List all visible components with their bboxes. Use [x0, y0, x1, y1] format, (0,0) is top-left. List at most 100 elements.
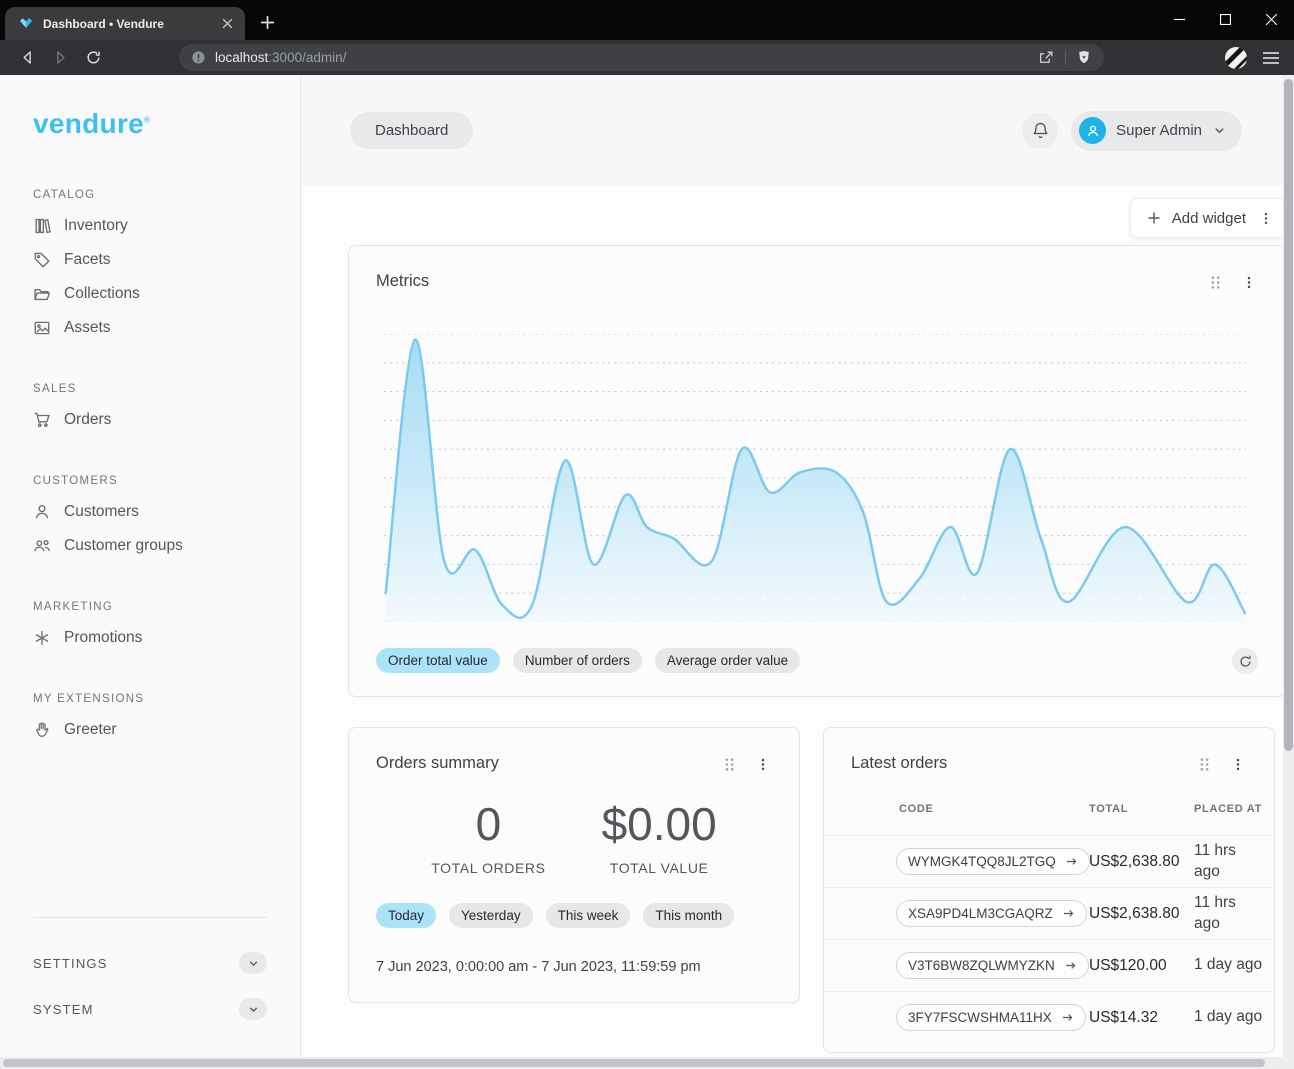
arrow-right-icon — [1065, 855, 1078, 868]
share-icon[interactable] — [1038, 49, 1055, 66]
order-placed-at: 11 hrs ago — [1194, 893, 1250, 933]
order-total: US$2,638.80 — [1089, 853, 1194, 871]
arrow-right-icon — [1061, 1011, 1074, 1024]
order-row: V3T6BW8ZQLWMYZKN US$120.00 1 day ago — [824, 939, 1274, 991]
menu-hamburger-icon[interactable] — [1262, 50, 1280, 66]
chevron-down-icon — [1212, 123, 1227, 138]
notifications-button[interactable] — [1022, 113, 1058, 149]
add-widget-label: Add widget — [1172, 210, 1246, 227]
sidebar: vendure® CATALOG Inventory Facets — [0, 75, 301, 1069]
breadcrumb[interactable]: Dashboard — [350, 112, 473, 149]
close-button[interactable] — [1248, 0, 1294, 38]
order-code-link[interactable]: V3T6BW8ZQLWMYZKN — [896, 952, 1089, 979]
maximize-button[interactable] — [1202, 0, 1248, 38]
metrics-chart — [384, 334, 1246, 622]
user-name: Super Admin — [1116, 122, 1202, 139]
order-total: US$120.00 — [1089, 957, 1194, 975]
range-today[interactable]: Today — [376, 903, 436, 928]
settings-expand-button[interactable] — [239, 952, 267, 974]
sidebar-item-inventory[interactable]: Inventory — [33, 217, 267, 235]
section-label-my-extensions: MY EXTENSIONS — [33, 693, 267, 705]
column-header-code: CODE — [899, 803, 1089, 815]
chevron-down-icon — [247, 1003, 260, 1016]
widget-menu-button[interactable] — [756, 757, 770, 772]
drag-handle-icon[interactable] — [1198, 757, 1211, 772]
order-code: 3FY7FSCWSHMA11HX — [908, 1010, 1052, 1025]
add-widget-menu-button[interactable] — [1259, 211, 1273, 226]
user-avatar — [1079, 117, 1106, 144]
section-label-customers: CUSTOMERS — [33, 475, 267, 487]
order-code: V3T6BW8ZQLWMYZKN — [908, 958, 1055, 973]
sidebar-item-facets[interactable]: Facets — [33, 251, 267, 269]
url-text: localhost:3000/admin/ — [215, 50, 346, 65]
plus-icon — [1146, 210, 1162, 226]
order-code-link[interactable]: WYMGK4TQQ8JL2TGQ — [896, 848, 1090, 875]
tab-number-of-orders[interactable]: Number of orders — [513, 648, 642, 673]
total-orders-label: TOTAL ORDERS — [431, 860, 545, 876]
drag-handle-icon[interactable] — [723, 757, 736, 772]
horizontal-scrollbar[interactable] — [0, 1057, 1294, 1069]
orders-summary-widget: Orders summary — [348, 727, 800, 1003]
folder-icon — [33, 285, 51, 303]
add-widget-button[interactable]: Add widget — [1130, 198, 1286, 238]
sidebar-item-label: Orders — [64, 411, 111, 429]
user-icon — [33, 503, 51, 521]
logo-trademark: ® — [144, 116, 150, 125]
latest-orders-table: CODE TOTAL PLACED AT WYMGK4TQQ8JL2TGQ US… — [824, 797, 1274, 1043]
tab-close-icon[interactable] — [219, 16, 235, 32]
sidebar-item-label: Greeter — [64, 721, 117, 739]
minimize-button[interactable] — [1156, 0, 1202, 38]
page-header: Dashboard Super A — [301, 75, 1294, 186]
user-menu[interactable]: Super Admin — [1071, 111, 1242, 151]
refresh-button[interactable] — [1232, 648, 1258, 674]
sidebar-item-orders[interactable]: Orders — [33, 411, 267, 429]
column-header-placed-at: PLACED AT — [1194, 803, 1275, 815]
cart-icon — [33, 411, 51, 429]
range-this-month[interactable]: This month — [643, 903, 734, 928]
profile-avatar[interactable] — [1224, 46, 1248, 70]
chevron-down-icon — [247, 957, 260, 970]
widget-menu-button[interactable] — [1231, 757, 1245, 772]
main-content: Dashboard Super A — [301, 75, 1294, 1069]
range-this-week[interactable]: This week — [546, 903, 631, 928]
section-label-sales: SALES — [33, 383, 267, 395]
sidebar-item-collections[interactable]: Collections — [33, 285, 267, 303]
image-icon — [33, 319, 51, 337]
range-yesterday[interactable]: Yesterday — [449, 903, 533, 928]
widget-title: Latest orders — [851, 754, 947, 773]
url-path: :3000/admin/ — [268, 50, 346, 65]
horizontal-scrollbar-thumb[interactable] — [3, 1059, 1265, 1067]
vertical-scrollbar-thumb[interactable] — [1284, 79, 1293, 751]
sidebar-item-customers[interactable]: Customers — [33, 503, 267, 521]
sidebar-item-assets[interactable]: Assets — [33, 319, 267, 337]
inventory-icon — [33, 217, 51, 235]
kebab-menu-icon — [756, 757, 770, 772]
browser-tab[interactable]: Dashboard • Vendure — [5, 7, 245, 40]
order-code-link[interactable]: 3FY7FSCWSHMA11HX — [896, 1004, 1086, 1031]
system-expand-button[interactable] — [239, 998, 267, 1020]
tab-average-order-value[interactable]: Average order value — [655, 648, 800, 673]
back-button[interactable] — [14, 45, 40, 71]
kebab-menu-icon — [1259, 211, 1273, 226]
forward-button[interactable] — [47, 45, 73, 71]
vertical-scrollbar[interactable] — [1283, 75, 1294, 1057]
address-bar[interactable]: localhost:3000/admin/ — [179, 44, 1104, 71]
tab-order-total-value[interactable]: Order total value — [376, 648, 500, 673]
reload-button[interactable] — [80, 45, 106, 71]
order-placed-at: 1 day ago — [1194, 1007, 1275, 1027]
sidebar-item-greeter[interactable]: Greeter — [33, 721, 267, 739]
users-icon — [33, 537, 51, 555]
address-bar-separator — [1065, 50, 1066, 65]
site-info-icon[interactable] — [191, 50, 206, 65]
order-code-link[interactable]: XSA9PD4LM3CGAQRZ — [896, 900, 1087, 927]
section-label-marketing: MARKETING — [33, 601, 267, 613]
sidebar-item-customer-groups[interactable]: Customer groups — [33, 537, 267, 555]
column-header-total: TOTAL — [1089, 803, 1194, 815]
drag-handle-icon[interactable] — [1209, 275, 1222, 290]
widget-menu-button[interactable] — [1242, 275, 1256, 290]
sidebar-item-promotions[interactable]: Promotions — [33, 629, 267, 647]
total-value-label: TOTAL VALUE — [602, 860, 717, 876]
tab-title: Dashboard • Vendure — [43, 17, 210, 31]
new-tab-button[interactable] — [256, 11, 278, 33]
brave-shield-icon[interactable] — [1076, 49, 1092, 66]
